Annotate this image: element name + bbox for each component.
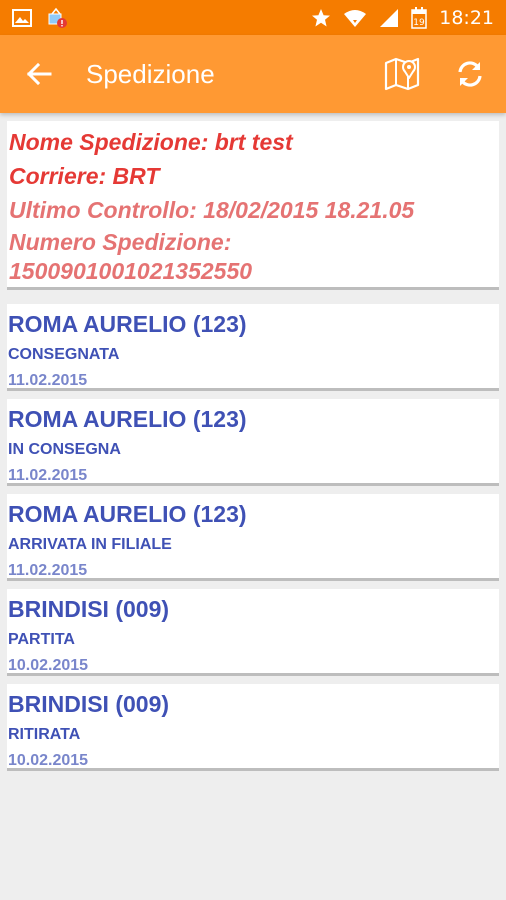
event-place: ROMA AURELIO (123) [8,406,247,432]
status-time: 18:21 [439,6,494,29]
carrier: Corriere: BRT [9,163,160,189]
tracking-event[interactable]: ROMA AURELIO (123) IN CONSEGNA 11.02.201… [7,399,499,486]
wifi-icon [343,8,367,28]
arrow-back-icon[interactable] [24,59,54,89]
shipment-content: Nome Spedizione: brt test Corriere: BRT … [0,113,506,771]
event-place: BRINDISI (009) [8,596,170,622]
event-date: 10.02.2015 [8,752,89,769]
page-title: Spedizione [86,58,215,89]
event-status: ARRIVATA IN FILIALE [8,536,172,553]
event-place: ROMA AURELIO (123) [8,501,247,527]
event-date: 11.02.2015 [8,562,88,579]
event-date: 11.02.2015 [8,372,88,389]
tracking-event[interactable]: ROMA AURELIO (123) ARRIVATA IN FILIALE 1… [7,494,499,581]
map-icon[interactable] [384,56,420,92]
status-bar: 19 18:21 [0,0,506,35]
event-status: IN CONSEGNA [8,441,121,458]
event-date: 11.02.2015 [8,467,88,484]
shipment-info-card: Nome Spedizione: brt test Corriere: BRT … [7,121,499,290]
tracking-event[interactable]: ROMA AURELIO (123) CONSEGNATA 11.02.2015 [7,304,499,391]
calendar-icon: 19 [411,6,427,29]
refresh-icon[interactable] [452,56,488,92]
star-icon [311,8,331,28]
event-status: PARTITA [8,631,75,648]
event-status: RITIRATA [8,726,81,743]
tracking-event[interactable]: BRINDISI (009) PARTITA 10.02.2015 [7,589,499,676]
event-place: ROMA AURELIO (123) [8,311,247,337]
app-toolbar: Spedizione [0,35,506,113]
shipment-name: Nome Spedizione: brt test [9,129,293,155]
signal-icon [379,8,399,28]
shipment-number-label: Numero Spedizione: [9,229,232,255]
svg-text:19: 19 [414,18,426,28]
event-place: BRINDISI (009) [8,691,170,717]
event-date: 10.02.2015 [8,657,89,674]
event-status: CONSEGNATA [8,346,120,363]
image-icon [12,8,32,27]
shipment-number: 15009010010213525​50 [9,258,253,284]
sync-alert-icon [46,7,68,29]
last-check: Ultimo Controllo: 18/02/2015 18.21.05 [9,197,415,223]
tracking-event[interactable]: BRINDISI (009) RITIRATA 10.02.2015 [7,684,499,771]
